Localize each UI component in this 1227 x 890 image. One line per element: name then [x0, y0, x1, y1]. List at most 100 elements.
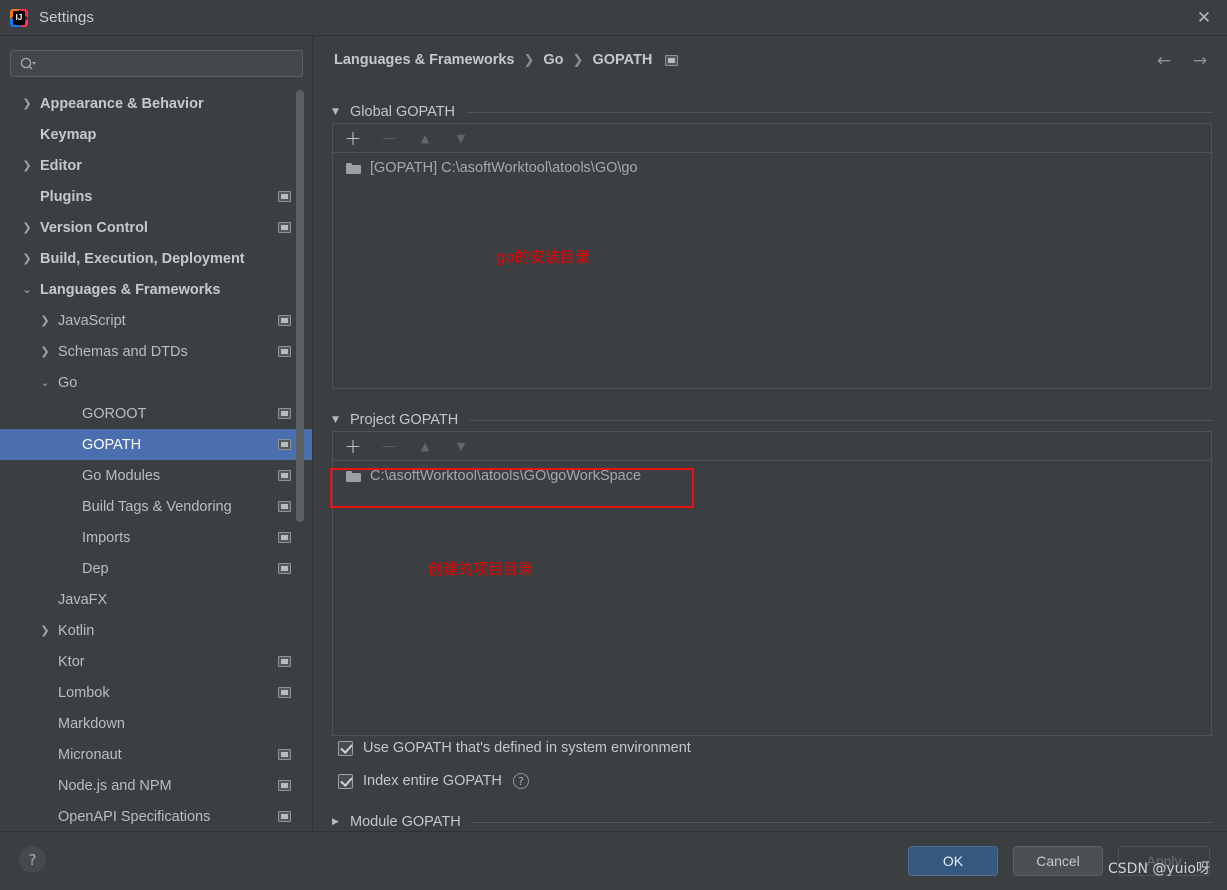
chevron-right-icon[interactable]: ❯ — [20, 221, 34, 235]
settings-sidebar: ❯Appearance & Behavior❯Keymap❯Editor❯Plu… — [0, 36, 313, 831]
chevron-down-icon[interactable]: ⌄ — [38, 376, 52, 390]
search-input[interactable] — [41, 56, 302, 71]
title-bar: IJ Settings ✕ — [0, 0, 1227, 36]
sidebar-item-label: Build Tags & Vendoring — [82, 498, 232, 515]
global-gopath-collapse-triangle-icon[interactable]: ▼ — [332, 107, 346, 117]
search-box[interactable] — [10, 50, 303, 77]
chevron-right-icon[interactable]: ❯ — [38, 624, 52, 638]
list-item[interactable]: [GOPATH] C:\asoftWorktool\atools\GO\go — [333, 153, 1211, 183]
sidebar-item-kotlin[interactable]: ❯ Kotlin — [0, 615, 312, 646]
project-gopath-toolbar: + − ▲ ▼ — [333, 432, 1211, 461]
sidebar-item-imports[interactable]: ❯Imports — [0, 522, 312, 553]
move-up-button[interactable]: ▲ — [416, 129, 434, 147]
project-scope-badge-icon — [278, 470, 291, 481]
breadcrumb-item[interactable]: Languages & Frameworks — [334, 52, 515, 68]
window-title: Settings — [39, 9, 94, 26]
sidebar-item-label: Go Modules — [82, 467, 161, 484]
sidebar-item-languages-frameworks[interactable]: ⌄ Languages & Frameworks — [0, 274, 312, 305]
chevron-down-icon[interactable]: ⌄ — [20, 283, 34, 297]
global-gopath-toolbar: + − ▲ ▼ — [333, 124, 1211, 153]
sidebar-item-javascript[interactable]: ❯ JavaScript — [0, 305, 312, 336]
add-path-button[interactable]: + — [344, 128, 362, 148]
sidebar-item-markdown[interactable]: ❯Markdown — [0, 708, 312, 739]
sidebar-item-keymap[interactable]: ❯Keymap — [0, 119, 312, 150]
sidebar-item-node-js-and-npm[interactable]: ❯Node.js and NPM — [0, 770, 312, 801]
project-scope-badge-icon — [278, 811, 291, 822]
project-gopath-header: ▼ Project GOPATH — [332, 412, 1212, 428]
move-up-button[interactable]: ▲ — [416, 437, 434, 455]
sidebar-item-go-modules[interactable]: ❯Go Modules — [0, 460, 312, 491]
sidebar-item-lombok[interactable]: ❯Lombok — [0, 677, 312, 708]
sidebar-item-dep[interactable]: ❯Dep — [0, 553, 312, 584]
remove-path-button[interactable]: − — [380, 128, 398, 148]
sidebar-item-label: Appearance & Behavior — [40, 95, 204, 112]
sidebar-item-appearance-behavior[interactable]: ❯ Appearance & Behavior — [0, 88, 312, 119]
sidebar-item-goroot[interactable]: ❯GOROOT — [0, 398, 312, 429]
project-gopath-panel: + − ▲ ▼ C:\asoftWorktool\atools\GO\goWor… — [332, 431, 1212, 736]
sidebar-item-build-tags-vendoring[interactable]: ❯Build Tags & Vendoring — [0, 491, 312, 522]
help-button[interactable]: ? — [19, 846, 46, 873]
watermark: CSDN @yuio呀 — [1108, 861, 1210, 877]
folder-icon — [346, 162, 361, 174]
sidebar-item-editor[interactable]: ❯ Editor — [0, 150, 312, 181]
sidebar-item-gopath[interactable]: ❯GOPATH — [0, 429, 312, 460]
sidebar-item-label: Micronaut — [58, 746, 122, 763]
chevron-right-icon[interactable]: ❯ — [20, 97, 34, 111]
intellij-logo-icon: IJ — [10, 8, 28, 27]
sidebar-item-label: Version Control — [40, 219, 148, 236]
sidebar-item-plugins[interactable]: ❯Plugins — [0, 181, 312, 212]
sidebar-item-label: Plugins — [40, 188, 93, 205]
index-entire-gopath-checkbox[interactable] — [338, 773, 353, 789]
sidebar-item-micronaut[interactable]: ❯Micronaut — [0, 739, 312, 770]
help-icon[interactable]: ? — [512, 773, 529, 789]
index-entire-gopath-label: Index entire GOPATH — [363, 773, 502, 789]
close-icon[interactable]: ✕ — [1181, 0, 1227, 35]
sidebar-item-build-execution-deployment[interactable]: ❯ Build, Execution, Deployment — [0, 243, 312, 274]
use-system-gopath-checkbox[interactable] — [338, 740, 353, 756]
breadcrumb-item[interactable]: GOPATH — [592, 52, 652, 68]
global-gopath-panel: + − ▲ ▼ [GOPATH] C:\asoftWorktool\atools… — [332, 123, 1212, 389]
settings-tree: ❯Appearance & Behavior❯Keymap❯Editor❯Plu… — [0, 88, 312, 831]
project-scope-badge-icon — [278, 563, 291, 574]
settings-content: Languages & Frameworks ❯ Go ❯ GOPATH ← → ▼ G… — [314, 36, 1227, 831]
sidebar-item-version-control[interactable]: ❯ Version Control — [0, 212, 312, 243]
forward-arrow-icon[interactable]: → — [1189, 50, 1211, 72]
add-path-button[interactable]: + — [344, 436, 362, 456]
project-gopath-collapse-triangle-icon[interactable]: ▼ — [332, 415, 346, 425]
remove-path-button[interactable]: − — [380, 436, 398, 456]
sidebar-item-schemas-and-dtds[interactable]: ❯ Schemas and DTDs — [0, 336, 312, 367]
list-item[interactable]: C:\asoftWorktool\atools\GO\goWorkSpace — [333, 461, 1211, 491]
sidebar-item-ktor[interactable]: ❯Ktor — [0, 646, 312, 677]
chevron-right-icon[interactable]: ❯ — [38, 314, 52, 328]
sidebar-item-label: Languages & Frameworks — [40, 281, 221, 298]
move-down-button[interactable]: ▼ — [452, 437, 470, 455]
sidebar-item-go[interactable]: ⌄ Go — [0, 367, 312, 398]
back-arrow-icon[interactable]: ← — [1153, 50, 1175, 72]
module-gopath-title: Module GOPATH — [350, 814, 461, 830]
section-divider — [472, 821, 1212, 823]
project-scope-badge-icon — [278, 687, 291, 698]
breadcrumb-item[interactable]: Go — [543, 52, 563, 68]
move-down-button[interactable]: ▼ — [452, 129, 470, 147]
module-gopath-expand-triangle-icon[interactable]: ▶ — [332, 817, 346, 827]
chevron-right-icon[interactable]: ❯ — [38, 345, 52, 359]
index-entire-gopath-row[interactable]: Index entire GOPATH ? — [338, 773, 529, 789]
use-system-gopath-row[interactable]: Use GOPATH that's defined in system envi… — [338, 740, 691, 756]
sidebar-item-label: Go — [58, 374, 78, 391]
sidebar-item-openapi-specifications[interactable]: ❯OpenAPI Specifications — [0, 801, 312, 831]
breadcrumb-separator-icon: ❯ — [572, 52, 584, 68]
sidebar-scrollbar-thumb[interactable] — [296, 90, 304, 522]
project-scope-badge-icon — [278, 656, 291, 667]
chevron-right-icon[interactable]: ❯ — [20, 159, 34, 173]
cancel-button[interactable]: Cancel — [1013, 846, 1103, 876]
sidebar-item-label: Schemas and DTDs — [58, 343, 188, 360]
project-gopath-path: C:\asoftWorktool\atools\GO\goWorkSpace — [370, 468, 642, 484]
settings-window: IJ Settings ✕ ❯ Appearance & Behavior ❯Key… — [0, 0, 1227, 890]
project-scope-badge-icon — [278, 501, 291, 512]
chevron-right-icon[interactable]: ❯ — [20, 252, 34, 266]
use-system-gopath-label: Use GOPATH that's defined in system envi… — [363, 740, 691, 756]
ok-button[interactable]: OK — [908, 846, 998, 876]
global-gopath-title: Global GOPATH — [350, 104, 456, 120]
global-gopath-annotation: go的安装目录 — [496, 248, 590, 266]
sidebar-item-javafx[interactable]: ❯JavaFX — [0, 584, 312, 615]
